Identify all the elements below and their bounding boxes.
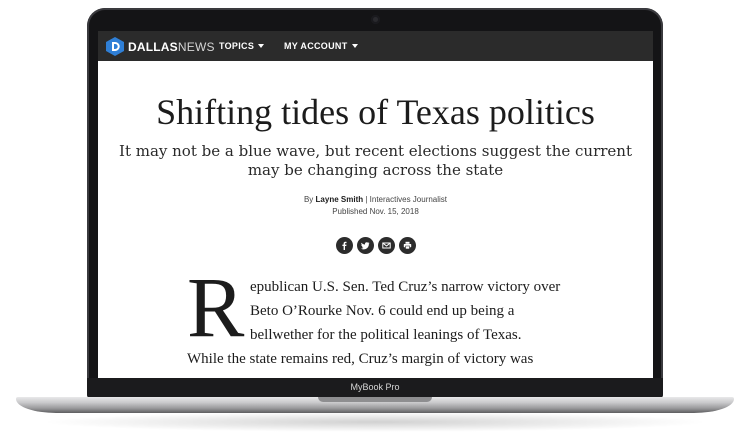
facebook-icon [342, 241, 347, 250]
twitter-icon [361, 242, 370, 250]
facebook-share-button[interactable] [336, 237, 353, 254]
device-label: MyBook Pro [350, 382, 400, 392]
chevron-down-icon [351, 44, 358, 48]
print-share-button[interactable] [399, 237, 416, 254]
article-subhead: It may not be a blue wave, but recent el… [119, 142, 632, 179]
print-icon [403, 241, 412, 250]
browser-screen: DALLASNEWS TOPICS MY ACCOUNT Shifting ti… [98, 31, 653, 378]
email-share-button[interactable] [378, 237, 395, 254]
article-body-line: epublican U.S. Sen. Ted Cruz’s narrow vi… [250, 279, 561, 295]
article-body-line: Beto O’Rourke Nov. 6 could end up being … [250, 303, 515, 319]
twitter-share-button[interactable] [357, 237, 374, 254]
article-byline: By Layne Smith | Interactives Journalist [303, 195, 448, 204]
author-link[interactable]: Layne Smith [316, 195, 364, 204]
nav-my-account[interactable]: MY ACCOUNT [284, 41, 358, 51]
dallasnews-logo-icon[interactable] [106, 37, 124, 56]
drop-cap: R [187, 259, 245, 355]
site-logo[interactable]: DALLASNEWS [128, 40, 215, 54]
laptop-notch [318, 397, 432, 402]
article-headline: Shifting tides of Texas politics [156, 92, 595, 132]
article-body-line: bellwether for the political leanings of… [250, 327, 522, 343]
email-icon [382, 242, 391, 249]
chevron-down-icon [258, 44, 265, 48]
article-body-line: While the state remains red, Cruz’s marg… [187, 351, 534, 367]
publish-date: Published Nov. 15, 2018 [332, 207, 419, 216]
site-nav: DALLASNEWS TOPICS MY ACCOUNT [98, 31, 653, 61]
nav-topics[interactable]: TOPICS [219, 41, 265, 51]
camera-icon [371, 15, 380, 24]
laptop-shadow [40, 412, 710, 432]
